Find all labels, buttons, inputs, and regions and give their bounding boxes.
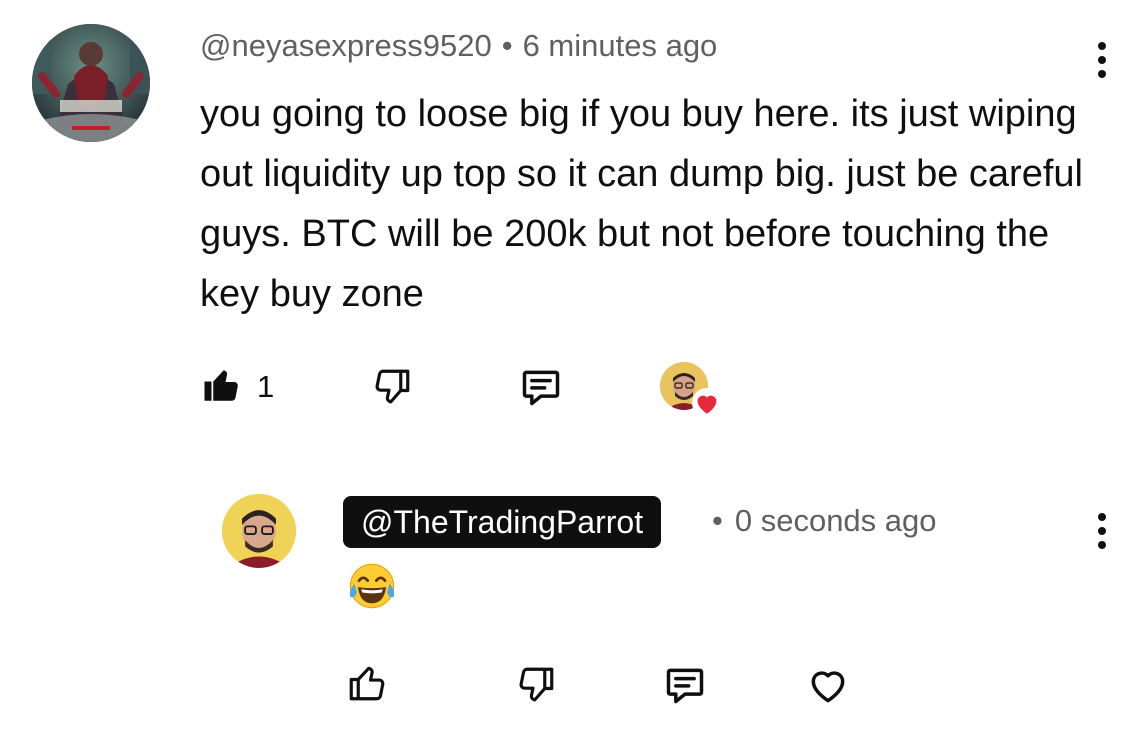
- heart-icon: [811, 671, 845, 703]
- commenter-avatar[interactable]: [32, 24, 150, 142]
- meta-separator: •: [501, 28, 513, 63]
- more-vertical-icon: [1097, 42, 1107, 78]
- thumbs-up-icon: [204, 370, 238, 401]
- reply-reply-button[interactable]: [663, 663, 707, 707]
- like-button[interactable]: [201, 364, 243, 406]
- reply-dislike-button[interactable]: [515, 664, 557, 706]
- reply-timestamp[interactable]: 0 seconds ago: [735, 503, 937, 538]
- comment-meta: @neyasexpress9520 • 6 minutes ago: [200, 28, 717, 64]
- reply-like-button[interactable]: [346, 662, 388, 704]
- dislike-button[interactable]: [371, 366, 413, 408]
- comment-text: you going to loose big if you buy here. …: [200, 93, 1083, 315]
- comment-more-button[interactable]: [1097, 42, 1107, 84]
- meta-separator: •: [712, 503, 723, 538]
- reply-emoji: [346, 560, 398, 617]
- thumbs-up-icon: [349, 666, 385, 701]
- like-count: 1: [257, 369, 275, 404]
- reply-avatar[interactable]: [222, 494, 296, 568]
- thumbs-down-icon: [375, 369, 410, 404]
- reply-meta: • 0 seconds ago: [712, 503, 937, 539]
- heart-icon: [692, 388, 722, 418]
- reply-button[interactable]: [519, 365, 563, 409]
- heart-button[interactable]: [806, 663, 850, 707]
- face-with-tears-of-joy-icon: [349, 563, 395, 609]
- reply-icon: [666, 668, 704, 704]
- commenter-avatar-image: [32, 24, 150, 142]
- creator-name-badge[interactable]: @TheTradingParrot: [343, 496, 662, 548]
- thumbs-down-icon: [519, 667, 554, 702]
- more-vertical-icon: [1097, 513, 1107, 549]
- reply-more-button[interactable]: [1097, 513, 1107, 555]
- creator-heart-badge: [692, 388, 722, 423]
- comment-author[interactable]: @neyasexpress9520: [200, 28, 492, 63]
- reply-icon: [522, 370, 560, 406]
- comment-timestamp[interactable]: 6 minutes ago: [523, 28, 718, 63]
- reply-avatar-image: [222, 494, 296, 568]
